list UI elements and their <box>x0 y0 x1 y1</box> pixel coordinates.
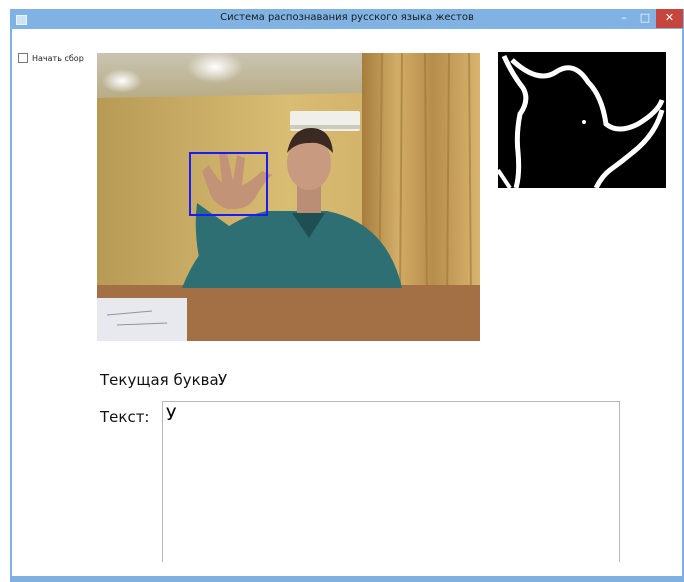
title-bar[interactable]: Система распознавания русского языка жес… <box>10 9 684 29</box>
camera-feed <box>97 53 480 341</box>
start-collection-toggle[interactable]: Начать сбор <box>18 53 84 63</box>
current-letter-value: У <box>218 371 228 389</box>
text-label: Текст: <box>100 408 150 426</box>
window-bottom-edge <box>12 562 682 576</box>
recognized-text-value[interactable]: У <box>166 405 176 425</box>
hand-contour-image <box>496 54 665 190</box>
app-window: Система распознавания русского языка жес… <box>10 9 684 582</box>
maximize-button[interactable]: □ <box>634 9 656 28</box>
close-button[interactable]: ✕ <box>656 9 683 28</box>
current-letter-label: Текущая буква: <box>100 371 224 389</box>
start-collection-checkbox[interactable] <box>18 53 28 63</box>
hand-detection-box <box>189 152 268 216</box>
window-title: Система распознавания русского языка жес… <box>220 12 474 23</box>
minimize-button[interactable]: – <box>613 9 635 28</box>
start-collection-label: Начать сбор <box>32 53 84 63</box>
hand-mask-preview <box>496 52 666 190</box>
client-area: Начать сбор Текущая буква: У Текст: У <box>12 29 682 576</box>
recognized-text-area[interactable]: У <box>162 401 620 565</box>
camera-frame-image <box>97 53 480 341</box>
